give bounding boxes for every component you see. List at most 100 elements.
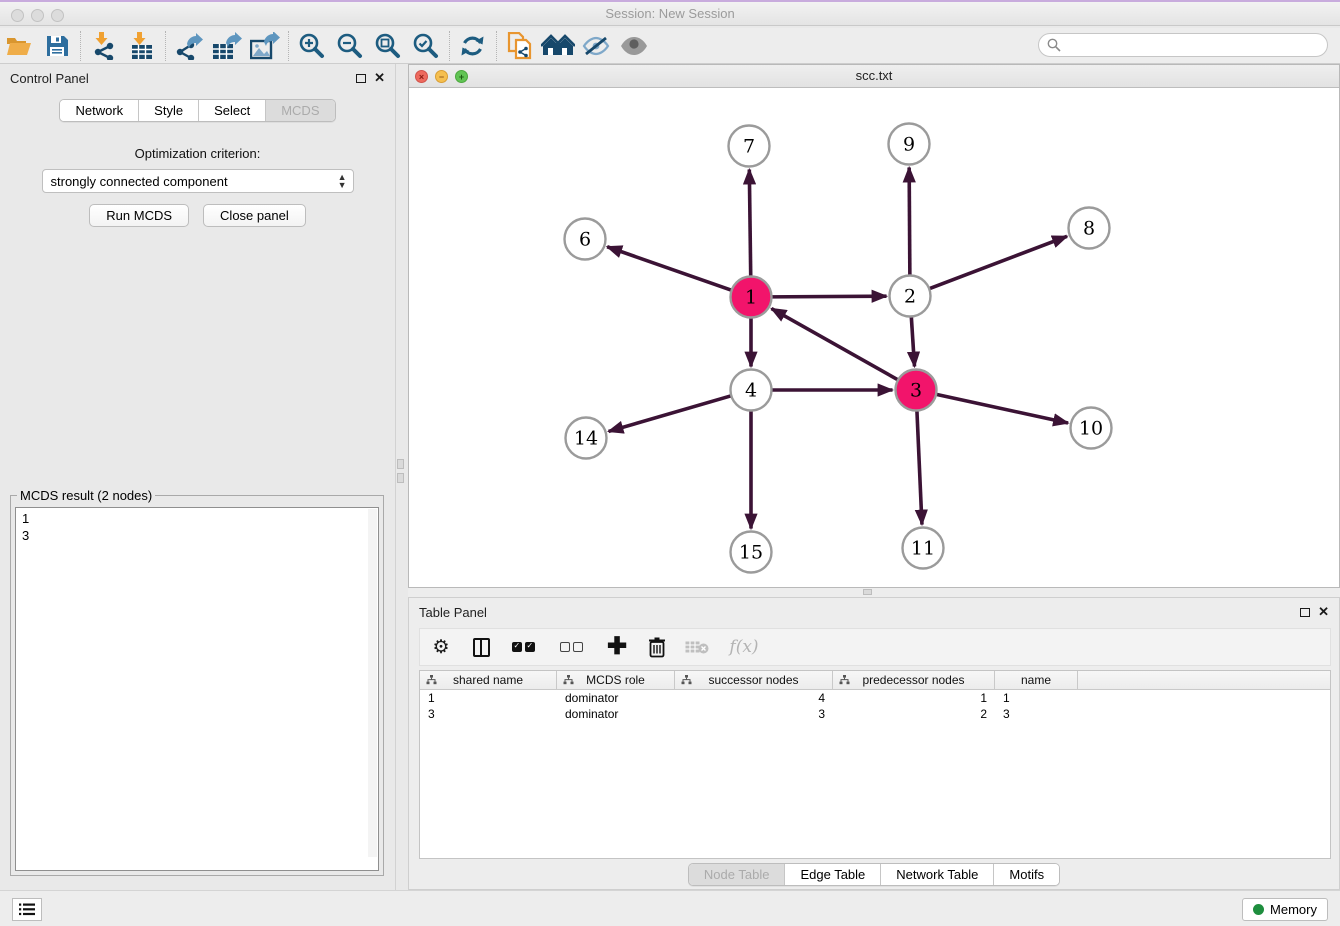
graph-node-11[interactable]: 11: [903, 528, 944, 569]
graph-node-1[interactable]: 1: [731, 277, 772, 318]
tab-motifs[interactable]: Motifs: [993, 864, 1059, 885]
window-zoom-button[interactable]: [51, 9, 64, 22]
add-column-button[interactable]: ✚: [604, 634, 630, 660]
graph-node-10[interactable]: 10: [1071, 408, 1112, 449]
table-cell[interactable]: 3: [675, 706, 833, 722]
node-table-header: shared nameMCDS rolesuccessor nodesprede…: [420, 671, 1330, 690]
table-cell[interactable]: dominator: [557, 706, 675, 722]
zoom-in-button[interactable]: [293, 30, 331, 62]
criterion-select[interactable]: strongly connected component ▲▼: [42, 169, 354, 193]
show-all-button[interactable]: [615, 30, 653, 62]
graph-node-9[interactable]: 9: [889, 124, 930, 165]
function-builder-button[interactable]: f(x): [724, 634, 764, 660]
edge-1-6[interactable]: [607, 247, 733, 291]
delete-column-button[interactable]: [644, 634, 670, 660]
column-header-successor-nodes[interactable]: successor nodes: [675, 671, 833, 689]
column-header-MCDS-role[interactable]: MCDS role: [557, 671, 675, 689]
column-header-name[interactable]: name: [995, 671, 1078, 689]
memory-button[interactable]: Memory: [1242, 898, 1328, 921]
import-network-button[interactable]: [85, 30, 123, 62]
table-cell[interactable]: 4: [675, 690, 833, 706]
tab-edge-table[interactable]: Edge Table: [784, 864, 880, 885]
tab-select[interactable]: Select: [198, 100, 265, 121]
table-cell[interactable]: 1: [420, 690, 557, 706]
table-cell[interactable]: 1: [833, 690, 995, 706]
graph-node-15[interactable]: 15: [731, 532, 772, 573]
zoom-fit-button[interactable]: [369, 30, 407, 62]
graph-node-4[interactable]: 4: [731, 370, 772, 411]
table-cell[interactable]: 3: [995, 706, 1078, 722]
copy-network-style-button[interactable]: [501, 30, 539, 62]
table-settings-button[interactable]: ⚙: [428, 634, 454, 660]
edge-2-9[interactable]: [909, 167, 910, 277]
network-table-splitter[interactable]: [408, 588, 1340, 597]
export-network-button[interactable]: [170, 30, 208, 62]
graph-node-2[interactable]: 2: [890, 276, 931, 317]
two-houses-icon: [541, 34, 575, 58]
tab-network[interactable]: Network: [60, 100, 138, 121]
network-close-button[interactable]: ×: [415, 70, 428, 83]
tab-network-table[interactable]: Network Table: [880, 864, 993, 885]
network-minimize-button[interactable]: −: [435, 70, 448, 83]
export-image-button[interactable]: [246, 30, 284, 62]
export-table-button[interactable]: [208, 30, 246, 62]
splitter-collapse-handle[interactable]: [397, 459, 404, 469]
graph-node-7[interactable]: 7: [729, 126, 770, 167]
tab-mcds[interactable]: MCDS: [265, 100, 334, 121]
run-mcds-button[interactable]: Run MCDS: [89, 204, 189, 227]
search-input[interactable]: [1038, 33, 1328, 57]
graph-node-6[interactable]: 6: [565, 219, 606, 260]
network-graph[interactable]: 7 9 6 8 1 2 4 3 14 10 15 11: [409, 88, 1339, 587]
window-minimize-button[interactable]: [31, 9, 44, 22]
first-neighbors-button[interactable]: [539, 30, 577, 62]
edge-3-10[interactable]: [934, 394, 1068, 423]
edge-1-7[interactable]: [749, 169, 750, 278]
graph-node-14[interactable]: 14: [566, 418, 607, 459]
table-row[interactable]: 3dominator323: [420, 706, 1330, 722]
graph-node-8[interactable]: 8: [1069, 208, 1110, 249]
control-panel-tabs: NetworkStyleSelectMCDS: [0, 99, 395, 122]
column-header-shared-name[interactable]: shared name: [420, 671, 557, 689]
table-row[interactable]: 1dominator411: [420, 690, 1330, 706]
splitter-handle[interactable]: [863, 589, 872, 595]
tab-style[interactable]: Style: [138, 100, 198, 121]
network-view-window: × − + scc.txt 7968124314101511: [408, 64, 1340, 588]
column-visibility-button[interactable]: [468, 634, 494, 660]
network-zoom-button[interactable]: +: [455, 70, 468, 83]
save-session-button[interactable]: [38, 30, 76, 62]
refresh-view-button[interactable]: [454, 30, 492, 62]
graph-node-3[interactable]: 3: [896, 370, 937, 411]
close-panel-icon[interactable]: ✕: [374, 73, 385, 83]
edge-3-1[interactable]: [771, 309, 899, 381]
hide-selected-button[interactable]: [577, 30, 615, 62]
window-close-button[interactable]: [11, 9, 24, 22]
export-network-icon: [175, 32, 203, 60]
control-panel: Control Panel ✕ NetworkStyleSelectMCDS O…: [0, 64, 396, 890]
edge-2-3[interactable]: [911, 314, 914, 366]
float-table-panel-icon[interactable]: [1300, 608, 1310, 617]
close-table-panel-icon[interactable]: ✕: [1318, 607, 1329, 617]
result-scrollbar[interactable]: [368, 509, 377, 857]
edge-2-8[interactable]: [927, 236, 1067, 289]
edge-3-11[interactable]: [917, 408, 922, 524]
splitter-expand-handle[interactable]: [397, 473, 404, 483]
zoom-out-button[interactable]: [331, 30, 369, 62]
select-all-button[interactable]: [508, 634, 542, 660]
column-header-predecessor-nodes[interactable]: predecessor nodes: [833, 671, 995, 689]
open-file-button[interactable]: [0, 30, 38, 62]
close-panel-button[interactable]: Close panel: [203, 204, 306, 227]
table-cell[interactable]: 3: [420, 706, 557, 722]
edge-1-2[interactable]: [769, 296, 886, 297]
table-cell[interactable]: dominator: [557, 690, 675, 706]
mcds-result-list[interactable]: 1 3: [15, 507, 379, 871]
edge-4-14[interactable]: [609, 395, 734, 431]
deselect-all-button[interactable]: [556, 634, 590, 660]
zoom-selected-button[interactable]: [407, 30, 445, 62]
delete-table-button[interactable]: [684, 634, 710, 660]
tab-node-table[interactable]: Node Table: [689, 864, 785, 885]
table-cell[interactable]: 2: [833, 706, 995, 722]
float-panel-icon[interactable]: [356, 74, 366, 83]
task-history-button[interactable]: [12, 898, 42, 921]
table-cell[interactable]: 1: [995, 690, 1078, 706]
import-table-button[interactable]: [123, 30, 161, 62]
